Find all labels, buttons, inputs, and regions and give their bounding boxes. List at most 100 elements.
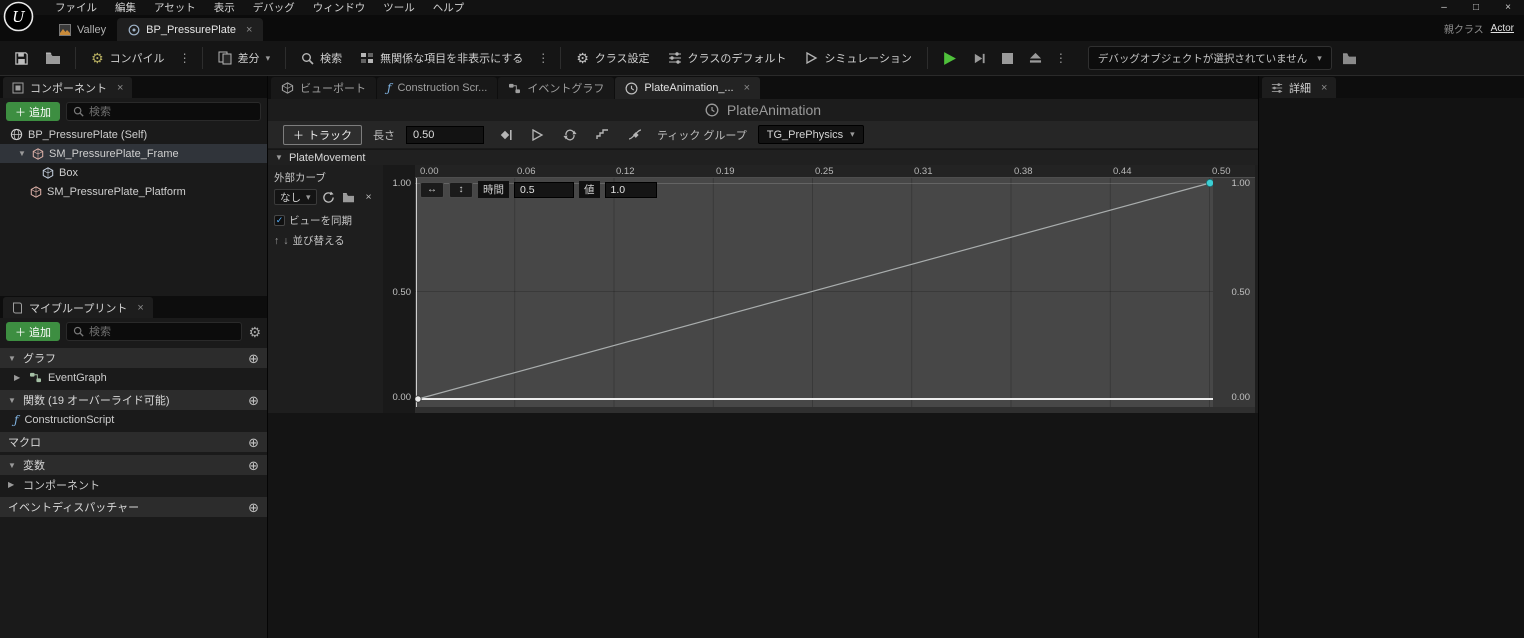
section-event-dispatchers[interactable]: イベントディスパッチャー ⊕ <box>0 497 267 517</box>
move-up-icon[interactable]: ↑ <box>274 235 279 247</box>
add-macro-button[interactable]: ⊕ <box>248 436 259 449</box>
sliders-icon <box>668 52 681 64</box>
item-construction-script[interactable]: ƒ ConstructionScript <box>0 410 267 429</box>
close-icon[interactable]: × <box>740 82 750 94</box>
expander-icon[interactable]: ▼ <box>275 153 284 162</box>
menu-asset[interactable]: アセット <box>145 0 205 15</box>
section-variables[interactable]: ▼ 変数 ⊕ <box>0 455 267 475</box>
item-components-category[interactable]: ▶ コンポーネント <box>0 475 267 494</box>
collapse-icon[interactable]: ▶ <box>14 373 23 382</box>
curve-editor[interactable]: 0.00 0.06 0.12 0.19 0.25 0.31 0.38 0.44 … <box>415 165 1255 413</box>
menu-file[interactable]: ファイル <box>46 0 106 15</box>
chevron-down-icon: ▾ <box>265 52 271 63</box>
use-selected-asset-button[interactable] <box>321 189 337 205</box>
item-eventgraph[interactable]: ▶ EventGraph <box>0 368 267 387</box>
debug-object-dropdown[interactable]: デバッグオブジェクトが選択されていません ▾ <box>1087 46 1332 70</box>
class-settings-button[interactable]: ⚙ クラス設定 <box>569 45 656 71</box>
close-icon[interactable]: × <box>113 82 123 94</box>
filter-gear-icon[interactable]: ⚙ <box>248 325 261 339</box>
add-dispatcher-button[interactable]: ⊕ <box>248 501 259 514</box>
move-down-icon[interactable]: ↓ <box>283 235 288 247</box>
parent-class: 親クラス Actor <box>1444 21 1514 36</box>
curve-options-button[interactable] <box>624 129 646 140</box>
parent-class-link[interactable]: Actor <box>1491 23 1514 34</box>
close-window-button[interactable]: × <box>1492 0 1524 15</box>
simulation-button[interactable]: シミュレーション <box>797 45 919 71</box>
components-search-input[interactable] <box>89 105 254 118</box>
loop-button[interactable] <box>559 129 581 141</box>
tab-eventgraph[interactable]: イベントグラフ <box>498 77 615 99</box>
time-ruler[interactable]: 0.00 0.06 0.12 0.19 0.25 0.31 0.38 0.44 … <box>415 165 1255 178</box>
menu-edit[interactable]: 編集 <box>106 0 145 15</box>
collapse-icon[interactable]: ▶ <box>8 480 17 489</box>
fit-horizontal-button[interactable]: ↔ <box>420 181 444 198</box>
stairs-button[interactable] <box>592 129 613 140</box>
keyframe-time-input[interactable] <box>514 181 574 198</box>
add-component-button[interactable]: ＋ 追加 <box>6 102 60 121</box>
find-label: 検索 <box>320 53 343 65</box>
folder-icon <box>46 52 60 64</box>
close-icon[interactable]: × <box>133 302 143 314</box>
length-input[interactable] <box>406 125 484 144</box>
tab-components[interactable]: コンポーネント × <box>3 77 133 98</box>
compile-button[interactable]: ⚙ コンパイル <box>84 45 172 71</box>
external-curve-dropdown[interactable]: なし ▾ <box>274 189 317 205</box>
tab-timeline[interactable]: PlateAnimation_... × <box>615 77 761 99</box>
fit-vertical-button[interactable]: ↕ <box>449 181 473 198</box>
last-keyframe-button[interactable] <box>495 129 516 141</box>
maximize-button[interactable]: □ <box>1460 0 1492 15</box>
diff-button[interactable]: 差分 ▾ <box>211 45 278 71</box>
app-tab-bar: Valley BP_PressurePlate × 親クラス Actor <box>0 15 1524 41</box>
tab-my-blueprint[interactable]: マイブループリント × <box>3 297 153 318</box>
tick-group-dropdown[interactable]: TG_PrePhysics ▾ <box>757 125 864 144</box>
add-variable-button[interactable]: ⊕ <box>248 459 259 472</box>
tab-viewport[interactable]: ビューポート <box>271 77 376 99</box>
stop-button[interactable] <box>996 45 1019 71</box>
tab-close-icon[interactable]: × <box>242 24 252 36</box>
menu-help[interactable]: ヘルプ <box>424 0 474 15</box>
save-button[interactable] <box>8 45 35 71</box>
minimize-button[interactable]: – <box>1428 0 1460 15</box>
section-macros[interactable]: マクロ ⊕ <box>0 432 267 452</box>
menu-view[interactable]: 表示 <box>205 0 244 15</box>
tab-level-valley[interactable]: Valley <box>48 18 117 41</box>
play-options-button[interactable]: ⋮ <box>1052 51 1070 65</box>
find-button[interactable]: 検索 <box>294 45 349 71</box>
expander-icon[interactable]: ▼ <box>18 149 27 158</box>
add-track-button[interactable]: ＋ トラック <box>283 124 362 145</box>
center-editor: ビューポート ƒ Construction Scr... イベントグラフ Pla… <box>268 76 1258 638</box>
menu-window[interactable]: ウィンドウ <box>304 0 375 15</box>
debug-browse-button[interactable] <box>1336 45 1363 71</box>
compile-options-button[interactable]: ⋮ <box>176 51 194 65</box>
tree-row-frame[interactable]: ▼ SM_PressurePlate_Frame <box>0 144 267 163</box>
tree-row-box[interactable]: Box <box>0 163 267 182</box>
tree-row-self[interactable]: BP_PressurePlate (Self) <box>0 125 267 144</box>
section-graphs[interactable]: ▼ グラフ ⊕ <box>0 348 267 368</box>
play-preview-button[interactable] <box>527 128 548 141</box>
tab-construction-script[interactable]: ƒ Construction Scr... <box>377 77 498 99</box>
eject-button[interactable] <box>1023 45 1048 71</box>
tree-row-platform[interactable]: SM_PressurePlate_Platform <box>0 182 267 201</box>
sync-view-checkbox[interactable]: ✓ <box>274 215 285 226</box>
hide-unrelated-options-button[interactable]: ⋮ <box>534 51 552 65</box>
hide-unrelated-button[interactable]: 無関係な項目を非表示にする <box>353 45 530 71</box>
components-icon <box>12 82 24 93</box>
class-defaults-button[interactable]: クラスのデフォルト <box>661 45 794 71</box>
clear-curve-button[interactable]: × <box>361 189 377 205</box>
keyframe-value-input[interactable] <box>604 181 657 198</box>
track-header[interactable]: ▼ PlateMovement <box>268 149 1258 165</box>
section-functions[interactable]: ▼ 関数 (19 オーバーライド可能) ⊕ <box>0 390 267 410</box>
tab-blueprint-asset[interactable]: BP_PressurePlate × <box>117 18 264 41</box>
browse-curve-button[interactable] <box>341 189 357 205</box>
tab-details[interactable]: 詳細 × <box>1262 77 1337 98</box>
add-function-button[interactable]: ⊕ <box>248 394 259 407</box>
add-blueprint-item-button[interactable]: ＋ 追加 <box>6 322 60 341</box>
close-icon[interactable]: × <box>1317 82 1327 94</box>
browse-asset-button[interactable] <box>39 45 67 71</box>
frame-skip-button[interactable] <box>967 45 992 71</box>
play-button[interactable] <box>936 45 963 71</box>
my-blueprint-search-input[interactable] <box>89 325 236 338</box>
menu-debug[interactable]: デバッグ <box>244 0 304 15</box>
menu-tools[interactable]: ツール <box>374 0 424 15</box>
add-graph-button[interactable]: ⊕ <box>248 352 259 365</box>
